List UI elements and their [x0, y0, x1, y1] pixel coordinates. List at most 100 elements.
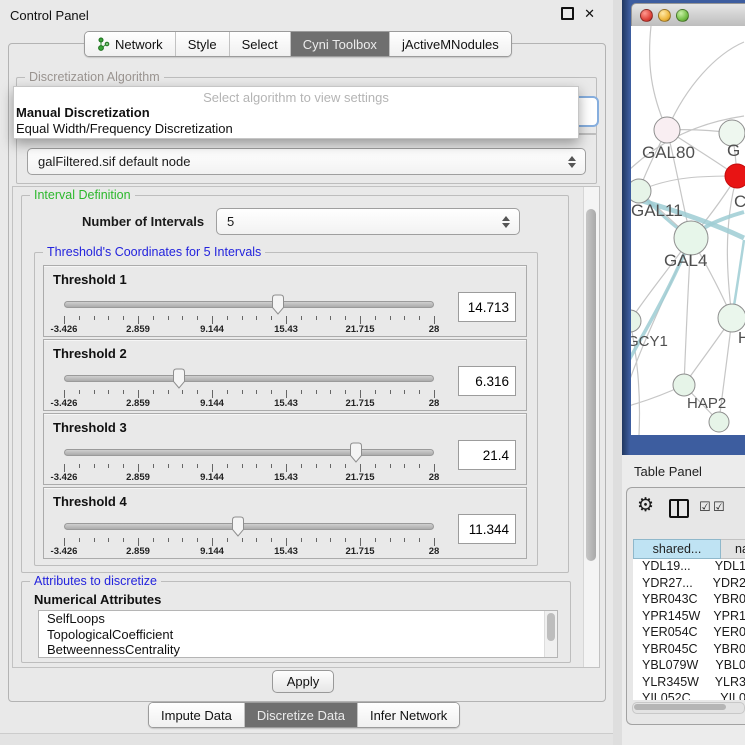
tab-label: jActiveMNodules: [402, 37, 499, 52]
column-header-shared[interactable]: shared...: [633, 539, 721, 559]
network-node-node-h[interactable]: [718, 304, 745, 332]
cell-shared-name: YBR043C: [633, 592, 707, 609]
cell-shared-name: YER054C: [633, 625, 707, 642]
slider-thumb[interactable]: [171, 368, 187, 389]
numerical-attributes-list[interactable]: SelfLoopsTopologicalCoefficientBetweenne…: [38, 610, 558, 658]
table-row[interactable]: YBR043CYBR0: [633, 592, 745, 609]
cell-name: YDR2: [707, 576, 745, 593]
table-horizontal-scrollbar[interactable]: [632, 702, 745, 714]
threshold-slider-1[interactable]: -3.4262.8599.14415.4321.71528: [64, 294, 434, 332]
settings-vertical-scrollbar[interactable]: [583, 187, 599, 667]
dropdown-option-manual-discretization[interactable]: Manual Discretization: [14, 105, 578, 121]
threshold-label: Threshold 4: [53, 494, 127, 509]
cell-shared-name: YIL052C: [633, 691, 714, 700]
threshold-panel-4: Threshold 4 -3.4262.8599.14415.4321.71528: [43, 487, 527, 559]
cell-name: YIL0: [714, 691, 745, 700]
network-window-titlebar[interactable]: [631, 3, 745, 27]
threshold-slider-4[interactable]: -3.4262.8599.14415.4321.71528: [64, 516, 434, 554]
threshold-slider-2[interactable]: -3.4262.8599.14415.4321.71528: [64, 368, 434, 406]
tab-impute-data[interactable]: Impute Data: [149, 703, 245, 727]
thresholds-group: Threshold's Coordinates for 5 Intervals …: [34, 252, 538, 566]
table-row[interactable]: YLR345WYLR3: [633, 675, 745, 692]
network-node-gal80[interactable]: [654, 117, 680, 143]
tab-network[interactable]: Network: [85, 32, 176, 56]
threshold-value-field-3[interactable]: [458, 440, 516, 470]
column-header-na[interactable]: na: [721, 539, 745, 559]
attributes-list-scrollbar[interactable]: [544, 611, 557, 657]
slider-track[interactable]: [64, 449, 434, 456]
cell-name: YDL1: [709, 559, 745, 576]
combo-stepper-icon[interactable]: [568, 156, 576, 168]
network-node-node-red[interactable]: [725, 164, 745, 188]
tab-discretize-data[interactable]: Discretize Data: [245, 703, 358, 727]
threshold-value-field-4[interactable]: [458, 514, 516, 544]
columns-icon[interactable]: [669, 499, 689, 518]
threshold-label: Threshold 2: [53, 346, 127, 361]
slider-thumb[interactable]: [348, 442, 364, 463]
network-window: GAL80GCGAL11GAL4GCY1HHAP2: [622, 0, 745, 455]
threshold-value-field-2[interactable]: [458, 366, 516, 396]
tab-label: Discretize Data: [257, 708, 345, 723]
tab-label: Style: [188, 37, 217, 52]
slider-thumb[interactable]: [270, 294, 286, 315]
slider-track[interactable]: [64, 375, 434, 382]
network-node-label: C: [734, 192, 745, 211]
slider-track[interactable]: [64, 301, 434, 308]
close-traffic-light-icon[interactable]: [640, 9, 653, 22]
table-row[interactable]: YER054CYER0: [633, 625, 745, 642]
close-icon[interactable]: ✕: [584, 7, 595, 20]
table-panel-title: Table Panel: [634, 464, 702, 479]
checkbox-icon[interactable]: ☑: [713, 501, 725, 513]
dropdown-option-equal-width-frequency-discretization[interactable]: Equal Width/Frequency Discretization: [14, 121, 578, 137]
network-canvas[interactable]: GAL80GCGAL11GAL4GCY1HHAP2: [631, 26, 745, 435]
interval-definition-group: Interval Definition Number of Intervals …: [21, 195, 569, 573]
attribute-item-betweennesscentrality[interactable]: BetweennessCentrality: [39, 642, 557, 658]
tab-label: Select: [242, 37, 278, 52]
threshold-label: Threshold 1: [53, 272, 127, 287]
threshold-value-field-1[interactable]: [458, 292, 516, 322]
table-panel: Table Panel ⚙ ☑ ☑ shared...na YDL19...YD…: [622, 455, 745, 745]
slider-thumb[interactable]: [230, 516, 246, 537]
table-row[interactable]: YPR145WYPR1: [633, 609, 745, 626]
algorithm-dropdown-popup: Select algorithm to view settings Manual…: [13, 86, 579, 139]
threshold-panel-1: Threshold 1 -3.4262.8599.14415.4321.71528: [43, 265, 527, 337]
float-window-icon[interactable]: [561, 7, 574, 20]
apply-button[interactable]: Apply: [272, 670, 334, 693]
threshold-panel-3: Threshold 3-3.4262.8599.14415.4321.71528: [43, 413, 527, 485]
threshold-slider-3[interactable]: -3.4262.8599.14415.4321.71528: [64, 442, 434, 480]
discretization-algorithm-group-title: Discretization Algorithm: [25, 70, 164, 84]
tab-infer-network[interactable]: Infer Network: [358, 703, 459, 727]
top-tab-bar: Network Style Select Cyni Toolbox jActiveMNo…: [84, 31, 512, 57]
cell-shared-name: YDR27...: [633, 576, 707, 593]
table-row[interactable]: YBL079WYBL0: [633, 658, 745, 675]
panel-divider[interactable]: [613, 0, 622, 745]
number-of-intervals-spinner[interactable]: 5: [216, 208, 520, 235]
network-node-gal11[interactable]: [631, 179, 651, 203]
network-edge: [639, 176, 737, 191]
thresholds-group-title: Threshold's Coordinates for 5 Intervals: [43, 245, 265, 259]
spinner-stepper-icon[interactable]: [502, 216, 510, 228]
cell-name: YBL0: [709, 658, 745, 675]
tab-cyni-toolbox[interactable]: Cyni Toolbox: [291, 32, 390, 56]
network-edge: [667, 42, 744, 130]
network-node-node-bottom[interactable]: [709, 412, 729, 432]
attribute-item-selfloops[interactable]: SelfLoops: [39, 611, 557, 627]
table-row[interactable]: YDR27...YDR2: [633, 576, 745, 593]
gear-icon[interactable]: ⚙: [637, 496, 654, 516]
attribute-item-topologicalcoefficient[interactable]: TopologicalCoefficient: [39, 627, 557, 643]
network-node-gcy1[interactable]: [631, 310, 641, 332]
zoom-traffic-light-icon[interactable]: [676, 9, 689, 22]
tab-jactivemnodules[interactable]: jActiveMNodules: [390, 32, 511, 56]
tab-select[interactable]: Select: [230, 32, 291, 56]
tab-label: Network: [115, 37, 163, 52]
table-row[interactable]: YBR045CYBR0: [633, 642, 745, 659]
network-node-gal4[interactable]: [674, 221, 708, 255]
tab-style[interactable]: Style: [176, 32, 230, 56]
table-row[interactable]: YDL19...YDL1: [633, 559, 745, 576]
slider-track[interactable]: [64, 523, 434, 530]
table-data-combobox[interactable]: galFiltered.sif default node: [27, 148, 586, 175]
minimize-traffic-light-icon[interactable]: [658, 9, 671, 22]
table-row[interactable]: YIL052CYIL0: [633, 691, 745, 700]
network-node-hap2[interactable]: [673, 374, 695, 396]
checkbox-icon[interactable]: ☑: [699, 501, 711, 513]
